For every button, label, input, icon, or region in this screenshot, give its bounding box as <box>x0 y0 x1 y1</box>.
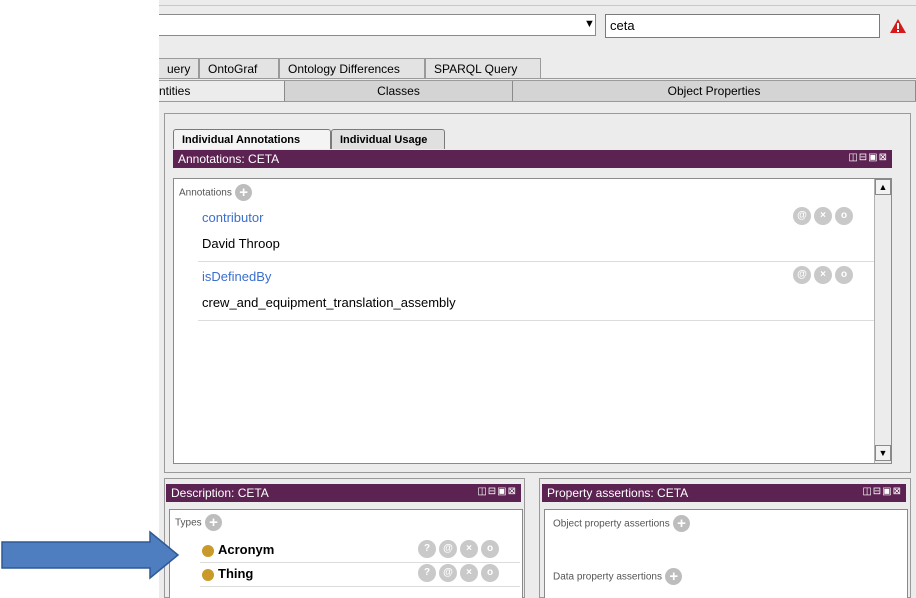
annotations-header: Annotations + <box>179 184 253 201</box>
scrollbar[interactable]: ▲ ▼ <box>874 179 891 463</box>
add-object-property-icon[interactable]: + <box>673 515 691 532</box>
tab-sparql-query[interactable]: SPARQL Query <box>425 58 541 78</box>
annotation-value: David Throop <box>202 236 280 251</box>
view-controls-icon[interactable]: ◫⊟▣⊠ <box>862 486 902 497</box>
type-item[interactable]: Thing <box>202 566 253 581</box>
property-title-bar: Property assertions: CETA ◫⊟▣⊠ <box>542 484 906 502</box>
description-title-bar: Description: CETA ◫⊟▣⊠ <box>166 484 521 502</box>
callout-arrow-icon <box>1 530 180 580</box>
protege-window: ▼ ceta uery OntoGraf Ontology Difference… <box>159 0 916 598</box>
annotations-title-bar: Annotations: CETA ◫⊟▣⊠ <box>173 150 892 168</box>
edit-icon[interactable]: o <box>481 540 499 558</box>
property-title: Property assertions: CETA <box>547 486 689 500</box>
annotations-panel-frame: Individual Annotations Individual Usage … <box>164 113 911 473</box>
object-property-header: Object property assertions + <box>553 515 691 532</box>
tab-ontology-differences[interactable]: Ontology Differences <box>279 58 425 78</box>
annotate-icon[interactable]: @ <box>793 207 811 225</box>
search-input[interactable]: ceta <box>605 14 880 38</box>
object-property-label: Object property assertions <box>553 518 670 530</box>
edit-icon[interactable]: o <box>835 207 853 225</box>
description-title: Description: CETA <box>171 486 269 500</box>
tab-individual-usage[interactable]: Individual Usage <box>331 129 445 149</box>
annotations-label: Annotations <box>179 187 232 199</box>
warning-icon[interactable] <box>889 18 907 34</box>
type-item[interactable]: Acronym <box>202 542 274 557</box>
divider <box>200 562 520 563</box>
add-type-icon[interactable]: + <box>205 514 223 531</box>
data-property-header: Data property assertions + <box>553 568 683 585</box>
tab-individual-annotations[interactable]: Individual Annotations <box>173 129 331 149</box>
dropdown-arrow-icon[interactable]: ▼ <box>584 18 595 30</box>
tab-object-properties[interactable]: Object Properties <box>513 81 916 101</box>
type-actions: ? @ × o <box>415 540 499 558</box>
view-controls-icon[interactable]: ◫⊟▣⊠ <box>848 152 888 163</box>
delete-icon[interactable]: × <box>460 540 478 558</box>
tab-query[interactable]: uery <box>159 58 199 78</box>
scroll-down-icon[interactable]: ▼ <box>875 445 891 461</box>
delete-icon[interactable]: × <box>460 564 478 582</box>
types-list: Types + Acronym ? @ × o Thing ? @ × o <box>169 509 523 598</box>
annotations-list: Annotations + contributor @ × o David Thro… <box>173 178 892 464</box>
add-annotation-icon[interactable]: + <box>235 184 253 201</box>
individual-dot-icon <box>202 544 214 557</box>
divider <box>198 261 874 262</box>
explain-icon[interactable]: ? <box>418 564 436 582</box>
annotate-icon[interactable]: @ <box>439 564 457 582</box>
property-assertions-list: Object property assertions + Data proper… <box>544 509 908 598</box>
explain-icon[interactable]: ? <box>418 540 436 558</box>
scroll-up-icon[interactable]: ▲ <box>875 179 891 195</box>
type-label: Acronym <box>218 542 275 557</box>
individual-dot-icon <box>202 568 214 581</box>
entity-tab-row: ntities Classes Object Properties <box>159 80 916 102</box>
tab-entities[interactable]: ntities <box>159 81 285 101</box>
view-controls-icon[interactable]: ◫⊟▣⊠ <box>477 486 517 497</box>
edit-icon[interactable]: o <box>481 564 499 582</box>
annotation-actions: @ × o <box>790 207 853 225</box>
type-actions: ? @ × o <box>415 564 499 582</box>
delete-icon[interactable]: × <box>814 207 832 225</box>
delete-icon[interactable]: × <box>814 266 832 284</box>
edit-icon[interactable]: o <box>835 266 853 284</box>
types-label: Types <box>175 517 202 529</box>
type-label: Thing <box>218 566 254 581</box>
divider <box>200 586 520 587</box>
data-property-label: Data property assertions <box>553 571 662 583</box>
main-tab-row: uery OntoGraf Ontology Differences SPARQ… <box>159 58 916 79</box>
add-data-property-icon[interactable]: + <box>665 568 683 585</box>
divider <box>198 320 874 321</box>
annotation-value: crew_and_equipment_translation_assembly <box>202 295 456 310</box>
tab-ontograf[interactable]: OntoGraf <box>199 58 279 78</box>
property-assertions-panel-frame: Property assertions: CETA ◫⊟▣⊠ Object pr… <box>539 478 911 598</box>
annotation-property[interactable]: contributor <box>202 210 263 225</box>
types-header: Types + <box>175 514 223 531</box>
tab-classes[interactable]: Classes <box>285 81 513 101</box>
ontology-selector[interactable] <box>159 14 596 36</box>
annotation-property[interactable]: isDefinedBy <box>202 269 271 284</box>
description-panel-frame: Description: CETA ◫⊟▣⊠ Types + Acronym ?… <box>164 478 525 598</box>
annotation-actions: @ × o <box>790 266 853 284</box>
annotate-icon[interactable]: @ <box>439 540 457 558</box>
annotate-icon[interactable]: @ <box>793 266 811 284</box>
annotations-title: Annotations: CETA <box>178 152 280 166</box>
